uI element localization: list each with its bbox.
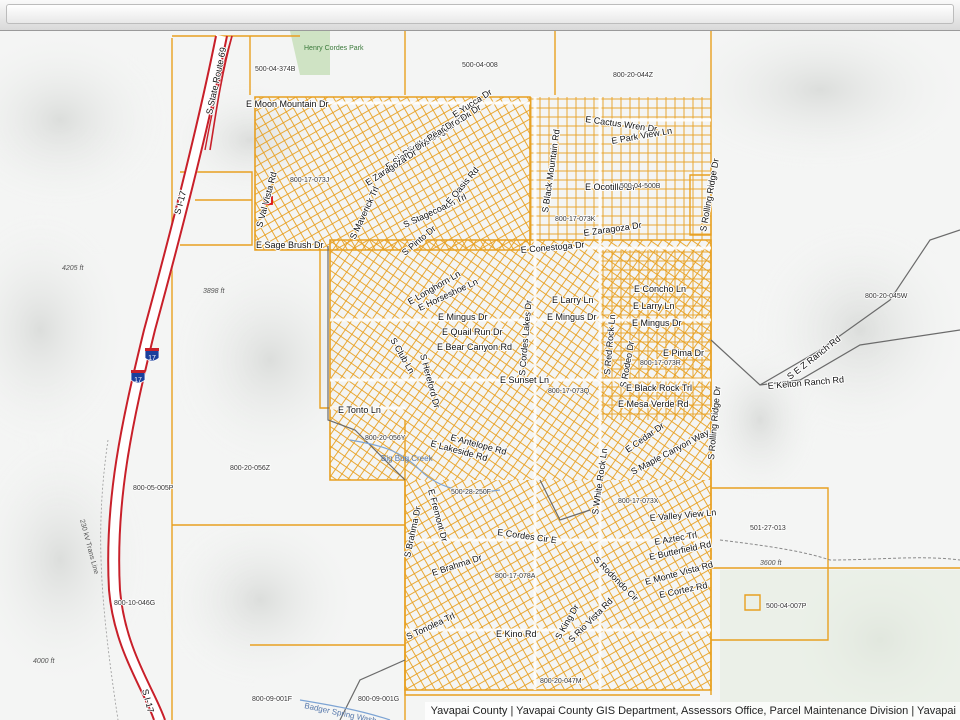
elevation-label: 4205 ft [62,265,84,272]
street-label: E Mingus Dr [632,318,682,328]
parcel-label: 800-20-056Y [365,435,406,442]
street-label: E Mesa Verde Rd [618,399,689,409]
street-label: E Mingus Dr [438,312,488,322]
green-area [720,570,960,720]
parcel-label: 500-04-500B [620,183,661,190]
parcel-label: 500-04-007P [766,603,807,610]
toolbar-bar [6,4,954,24]
parcel-label: 501-27-013 [750,525,786,532]
street-label: E Black Rock Trl [626,383,692,393]
parcel-label: 800-17-078A [495,573,536,580]
street-label: E Bear Canyon Rd [437,342,512,352]
street-label: E Quail Run Dr [442,327,503,337]
highway-shield-1: 17 [144,348,160,362]
map-canvas[interactable]: 17 17 E Moon Mountain Dr E Yucca Dr E Ch… [0,31,960,720]
street-label: E Sage Brush Dr [256,240,324,250]
big-bug-creek-label: Big Bug Creek [381,454,434,463]
parcel-label: 800-10-046G [114,600,155,607]
parcel-label: 800-17-073Q [548,388,590,395]
street-label: E Sunset Ln [500,375,549,385]
shield-2-text: 17 [134,377,142,384]
elevation-label: 3600 ft [760,560,782,567]
street-label: E Kino Rd [496,629,537,639]
parcel-label: 800-20-056Z [230,465,271,472]
parcel-label: 500-04-008 [462,62,498,69]
street-label: E Pima Dr [663,348,704,358]
street-label: E Larry Ln [633,301,675,311]
parcel-label: 500-04-374B [255,66,296,73]
parcel-label: 800-05-005P [133,485,174,492]
street-label: E Moon Mountain Dr [246,99,329,109]
parcel-label: 800-20-044Z [613,72,654,79]
map-svg[interactable]: 17 17 E Moon Mountain Dr E Yucca Dr E Ch… [0,31,960,720]
henry-cordes-park-label: Henry Cordes Park [304,45,364,52]
parcel-label: 800-17-073R [640,360,681,367]
parcel-label: 800-17-073K [555,216,596,223]
elevation-label: 3898 ft [203,288,225,295]
street-label: E Mingus Dr [547,312,597,322]
parcel-label: 800-09-001G [358,696,399,703]
highway-shield-2: 17 [130,370,146,384]
street-label: E Concho Ln [634,284,686,294]
parcel-label: 800-20-047M [540,678,582,685]
street-label: E Tonto Ln [338,405,381,415]
street-label: E Larry Ln [552,295,594,305]
parcel-label: 800-09-001F [252,696,292,703]
elevation-label: 4000 ft [33,658,55,665]
parcel-label: 800-17-073J [290,177,329,184]
map-toolbar [0,0,960,31]
map-attribution: Yavapai County | Yavapai County GIS Depa… [424,702,960,720]
shield-1-text: 17 [148,355,156,362]
parcel-label: 500-28-250F [451,489,491,496]
parcel-label: 800-20-045W [865,293,908,300]
parcel-label: 800-17-073X [618,498,659,505]
